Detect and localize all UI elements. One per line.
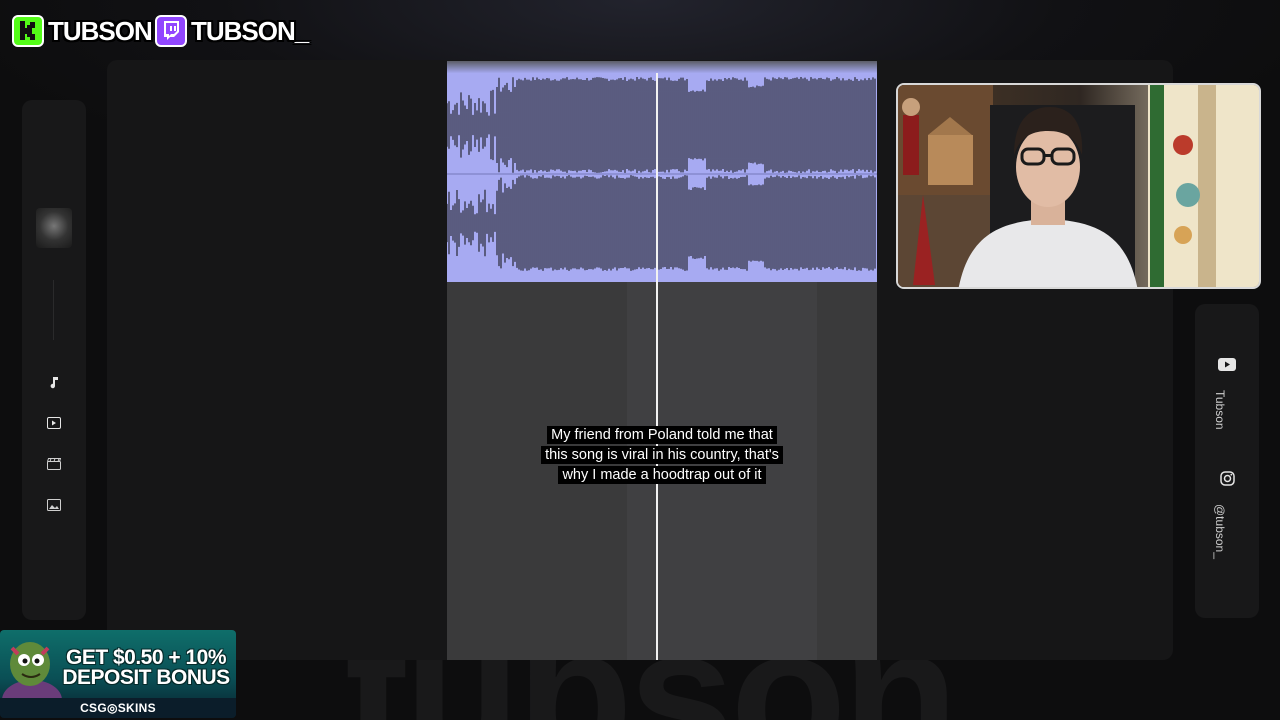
instagram-icon[interactable] — [1217, 468, 1237, 488]
subtitle-caption: My friend from Poland told me that this … — [537, 425, 787, 485]
instagram-handle[interactable]: @tubson_ — [1213, 504, 1227, 559]
youtube-icon[interactable] — [1217, 354, 1237, 374]
webcam-feed — [896, 83, 1261, 289]
ad-brand: CSG◎SKINS — [0, 698, 236, 718]
waveform-channel — [447, 175, 876, 271]
stream-overlay: tubson TUBSON TUBSON_ My friend from Pol… — [0, 0, 1280, 720]
kick-channel-badge[interactable]: TUBSON — [12, 12, 153, 50]
video-play-icon[interactable] — [42, 411, 66, 435]
video-player[interactable]: My friend from Poland told me that this … — [447, 61, 877, 660]
avatar[interactable] — [36, 208, 72, 248]
image-icon[interactable] — [42, 493, 66, 517]
twitch-channel-name: TUBSON_ — [191, 15, 309, 46]
ad-headline: GET $0.50 + 10% — [65, 646, 227, 669]
clapperboard-icon[interactable] — [42, 452, 66, 476]
twitch-channel-badge[interactable]: TUBSON_ — [155, 12, 309, 50]
youtube-handle[interactable]: Tubson — [1213, 390, 1227, 430]
kick-logo-icon — [12, 15, 44, 47]
webcam-image — [898, 85, 1259, 287]
playhead[interactable] — [656, 73, 658, 660]
twitch-logo-icon — [155, 15, 187, 47]
mascot-icon — [2, 642, 62, 700]
ad-subheadline: DEPOSIT BONUS — [62, 666, 230, 689]
waveform-header — [447, 61, 877, 73]
waveform-channel — [447, 77, 876, 173]
sidebar-divider — [53, 280, 54, 340]
left-sidebar — [22, 100, 86, 620]
csgoskins-ad-banner[interactable]: GET $0.50 + 10% DEPOSIT BONUS CSG◎SKINS — [0, 630, 236, 718]
music-note-icon[interactable] — [42, 370, 66, 394]
audio-waveform[interactable] — [447, 73, 877, 282]
social-sidebar: Tubson @tubson_ — [1195, 304, 1259, 618]
kick-channel-name: TUBSON — [48, 15, 153, 46]
